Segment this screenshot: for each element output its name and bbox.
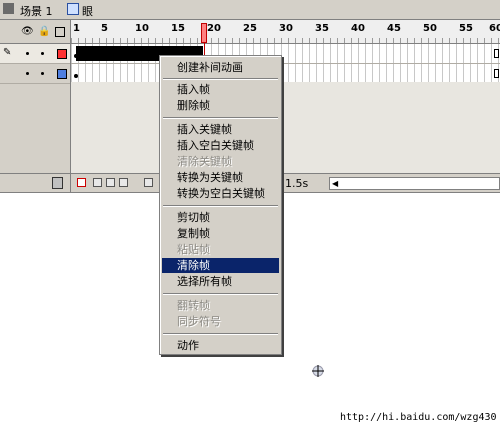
eye-icon[interactable]: 👁 bbox=[21, 26, 34, 37]
symbol-icon bbox=[67, 3, 79, 15]
outline-icon[interactable] bbox=[55, 27, 65, 37]
frame-row[interactable] bbox=[71, 64, 500, 84]
frame-ruler[interactable]: 1 5 10 15 20 25 30 35 40 45 50 55 60 bbox=[71, 20, 500, 44]
keyframe-dot[interactable] bbox=[74, 54, 78, 58]
visibility-dot[interactable] bbox=[26, 72, 29, 75]
visibility-dot[interactable] bbox=[26, 52, 29, 55]
layer-panel: 👁 🔒 ✎ bbox=[0, 20, 71, 193]
ruler-number: 45 bbox=[387, 23, 401, 34]
menu-item-convert-to-blank-keyframe[interactable]: 转换为空白关键帧 bbox=[162, 186, 279, 201]
menu-separator bbox=[163, 293, 278, 295]
menu-item-reverse-frames: 翻转帧 bbox=[177, 299, 210, 312]
menu-item-remove-frames[interactable]: 删除帧 bbox=[162, 98, 279, 113]
frame-panel: 1 5 10 15 20 25 30 35 40 45 50 55 60 1.5… bbox=[71, 20, 500, 193]
menu-item-paste-frames: 粘贴帧 bbox=[177, 243, 210, 256]
playhead[interactable] bbox=[201, 23, 207, 43]
lock-dot[interactable] bbox=[41, 52, 44, 55]
ruler-number: 5 bbox=[101, 23, 108, 34]
elapsed-time: 1.5s bbox=[285, 177, 309, 190]
frame-end-marker[interactable] bbox=[494, 49, 499, 58]
context-menu: 创建补间动画 插入帧 删除帧 插入关键帧 插入空白关键帧 清除关键帧 转换为关键… bbox=[159, 55, 282, 355]
onion-outline-icon[interactable] bbox=[106, 178, 115, 187]
menu-item-synchronize-symbols: 同步符号 bbox=[177, 315, 221, 328]
center-frame-icon[interactable] bbox=[77, 178, 86, 187]
menu-item-insert-frame[interactable]: 插入帧 bbox=[162, 82, 279, 97]
onion-skin-icon[interactable] bbox=[93, 178, 102, 187]
timeline-footer: 1.5s ◀ bbox=[71, 173, 500, 193]
ruler-number: 30 bbox=[279, 23, 293, 34]
menu-item-convert-to-keyframe[interactable]: 转换为关键帧 bbox=[162, 170, 279, 185]
modify-markers-icon[interactable] bbox=[144, 178, 153, 187]
menu-item-copy-frames[interactable]: 复制帧 bbox=[162, 226, 279, 241]
pencil-icon: ✎ bbox=[3, 47, 12, 58]
ruler-number: 20 bbox=[207, 23, 221, 34]
frame-end-marker[interactable] bbox=[494, 69, 499, 78]
keyframe-dot[interactable] bbox=[74, 74, 78, 78]
ruler-number: 15 bbox=[171, 23, 185, 34]
ruler-number: 60 bbox=[489, 23, 500, 34]
ruler-number: 55 bbox=[459, 23, 473, 34]
ruler-number: 35 bbox=[315, 23, 329, 34]
lock-dot[interactable] bbox=[41, 72, 44, 75]
scene-label[interactable]: 场景 1 bbox=[20, 3, 53, 19]
ruler-number: 10 bbox=[135, 23, 149, 34]
layer-header: 👁 🔒 bbox=[0, 20, 70, 44]
layer-row[interactable] bbox=[0, 64, 70, 84]
menu-item-insert-keyframe[interactable]: 插入关键帧 bbox=[162, 122, 279, 137]
timeline-scrollbar[interactable]: ◀ bbox=[329, 177, 500, 190]
ruler-number: 1 bbox=[73, 23, 80, 34]
menu-item-insert-blank-keyframe[interactable]: 插入空白关键帧 bbox=[162, 138, 279, 153]
menu-item-clear-frames[interactable]: 清除帧 bbox=[162, 258, 279, 273]
back-arrow-icon[interactable] bbox=[3, 3, 14, 14]
ruler-number: 50 bbox=[423, 23, 437, 34]
menu-item-create-motion-tween[interactable]: 创建补间动画 bbox=[162, 60, 279, 75]
symbol-label[interactable]: 眼 bbox=[82, 3, 93, 19]
layer-row[interactable]: ✎ bbox=[0, 44, 70, 64]
crosshair-icon bbox=[312, 365, 324, 377]
watermark: http://hi.baidu.com/wzg430 bbox=[340, 412, 497, 423]
menu-separator bbox=[163, 78, 278, 80]
menu-item-actions[interactable]: 动作 bbox=[162, 338, 279, 353]
scroll-left-icon[interactable]: ◀ bbox=[332, 179, 338, 188]
menu-item-clear-keyframe: 清除关键帧 bbox=[177, 155, 232, 168]
frame-row[interactable] bbox=[71, 44, 500, 64]
menu-separator bbox=[163, 117, 278, 119]
menu-item-select-all-frames[interactable]: 选择所有帧 bbox=[162, 274, 279, 289]
menu-item-cut-frames[interactable]: 剪切帧 bbox=[162, 210, 279, 225]
layer-footer bbox=[0, 173, 70, 193]
edit-multiple-icon[interactable] bbox=[119, 178, 128, 187]
trash-icon[interactable] bbox=[52, 177, 63, 189]
layer-color-swatch[interactable] bbox=[57, 69, 67, 79]
ruler-number: 25 bbox=[243, 23, 257, 34]
menu-separator bbox=[163, 333, 278, 335]
frame-area-empty bbox=[71, 82, 500, 173]
menu-separator bbox=[163, 205, 278, 207]
layer-color-swatch[interactable] bbox=[57, 49, 67, 59]
ruler-number: 40 bbox=[351, 23, 365, 34]
scene-bar: 场景 1 眼 bbox=[0, 0, 500, 20]
lock-icon[interactable]: 🔒 bbox=[38, 26, 50, 37]
